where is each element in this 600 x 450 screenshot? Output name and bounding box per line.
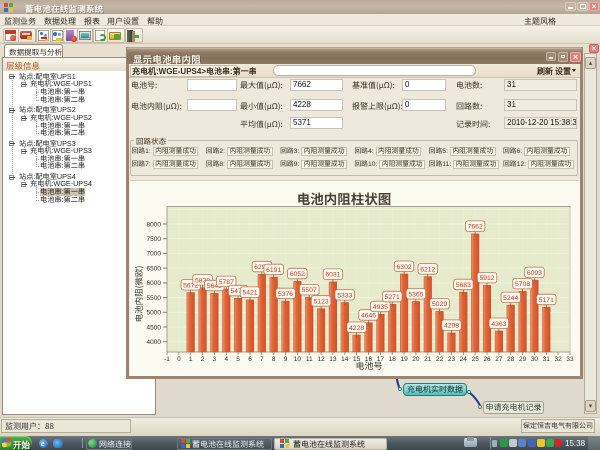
svg-text:19: 19	[400, 356, 408, 363]
svg-text:26: 26	[483, 356, 491, 363]
svg-text:5244: 5244	[503, 295, 518, 302]
svg-text:7: 7	[260, 356, 264, 363]
svg-text:29: 29	[519, 356, 527, 363]
svg-text:电池内阻(微欧): 电池内阻(微欧)	[133, 266, 145, 323]
svg-text:7500: 7500	[147, 236, 162, 243]
svg-text:6500: 6500	[147, 265, 162, 272]
svg-text:21: 21	[424, 356, 432, 363]
svg-text:5683: 5683	[456, 282, 471, 289]
svg-text:5123: 5123	[314, 299, 329, 306]
svg-text:5787: 5787	[219, 279, 234, 286]
svg-text:6000: 6000	[147, 280, 162, 287]
svg-text:4935: 4935	[373, 304, 388, 311]
svg-text:8000: 8000	[147, 221, 162, 228]
svg-text:9: 9	[284, 356, 288, 363]
svg-text:5029: 5029	[432, 301, 447, 308]
svg-text:12: 12	[317, 356, 325, 363]
svg-text:8: 8	[272, 356, 276, 363]
svg-text:7000: 7000	[147, 251, 162, 258]
svg-text:5333: 5333	[337, 292, 352, 299]
svg-text:13: 13	[329, 356, 337, 363]
svg-text:6093: 6093	[527, 270, 542, 277]
svg-text:5912: 5912	[479, 275, 494, 282]
svg-text:4: 4	[224, 356, 228, 363]
svg-text:10: 10	[294, 356, 302, 363]
svg-text:5507: 5507	[302, 287, 317, 294]
svg-text:30: 30	[531, 356, 539, 363]
svg-text:2: 2	[201, 356, 205, 363]
svg-text:7662: 7662	[468, 224, 483, 231]
svg-text:3: 3	[213, 356, 217, 363]
svg-text:14: 14	[341, 356, 349, 363]
svg-text:5000: 5000	[147, 310, 162, 317]
svg-text:-1: -1	[164, 356, 170, 363]
svg-text:24: 24	[460, 356, 468, 363]
svg-text:电池号: 电池号	[355, 359, 382, 372]
svg-text:31: 31	[543, 356, 551, 363]
svg-text:5500: 5500	[147, 295, 162, 302]
svg-text:电池内阻柱状图: 电池内阻柱状图	[297, 188, 392, 208]
svg-text:4000: 4000	[147, 339, 162, 346]
svg-text:5708: 5708	[515, 281, 530, 288]
svg-text:27: 27	[495, 356, 503, 363]
svg-text:0: 0	[177, 356, 181, 363]
svg-text:5421: 5421	[242, 290, 257, 297]
svg-text:4298: 4298	[444, 323, 459, 330]
svg-text:5376: 5376	[278, 291, 293, 298]
svg-text:22: 22	[436, 356, 444, 363]
svg-text:5: 5	[236, 356, 240, 363]
svg-text:4500: 4500	[147, 324, 162, 331]
svg-text:23: 23	[448, 356, 456, 363]
svg-text:32: 32	[554, 356, 562, 363]
svg-text:6031: 6031	[325, 272, 340, 279]
svg-text:4228: 4228	[349, 325, 364, 332]
svg-text:28: 28	[507, 356, 515, 363]
svg-text:20: 20	[412, 356, 420, 363]
svg-text:6212: 6212	[420, 266, 435, 273]
svg-text:33: 33	[566, 356, 574, 363]
svg-text:6302: 6302	[397, 264, 412, 271]
svg-text:6: 6	[248, 356, 252, 363]
svg-text:5365: 5365	[408, 291, 423, 298]
svg-text:5271: 5271	[385, 294, 400, 301]
svg-text:4363: 4363	[491, 321, 506, 328]
svg-text:5171: 5171	[539, 297, 554, 304]
svg-text:25: 25	[472, 356, 480, 363]
svg-text:1: 1	[189, 356, 193, 363]
svg-text:6052: 6052	[290, 271, 305, 278]
svg-text:11: 11	[306, 356, 313, 363]
svg-text:18: 18	[389, 356, 397, 363]
svg-text:4646: 4646	[361, 313, 376, 320]
svg-text:6191: 6191	[266, 267, 281, 274]
